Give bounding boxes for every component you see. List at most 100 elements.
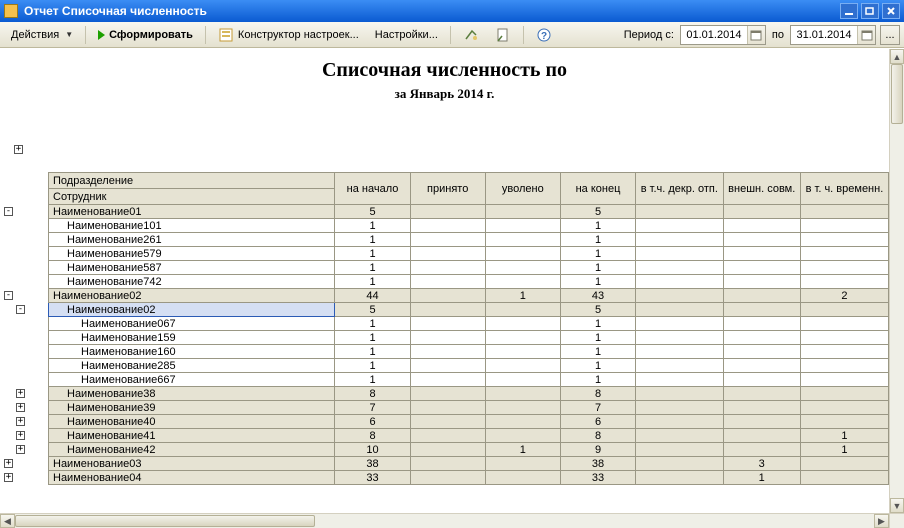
expand-icon[interactable]: +	[4, 473, 13, 482]
cell-hired[interactable]	[410, 429, 485, 443]
cell-extern[interactable]	[723, 303, 800, 317]
cell-start[interactable]: 1	[335, 275, 410, 289]
cell-fired[interactable]	[485, 359, 560, 373]
expand-icon[interactable]: +	[16, 389, 25, 398]
cell-extern[interactable]	[723, 219, 800, 233]
row-name-cell[interactable]: Наименование01	[49, 205, 335, 219]
cell-decree[interactable]	[636, 219, 723, 233]
cell-extern[interactable]	[723, 415, 800, 429]
cell-start[interactable]: 7	[335, 401, 410, 415]
table-row[interactable]: Наименование74211	[49, 275, 889, 289]
cell-temp[interactable]	[800, 387, 888, 401]
row-name-cell[interactable]: Наименование04	[49, 471, 335, 485]
vertical-scrollbar[interactable]: ▲ ▼	[889, 49, 904, 513]
cell-hired[interactable]	[410, 275, 485, 289]
cell-end[interactable]: 1	[560, 247, 635, 261]
cell-end[interactable]: 5	[560, 205, 635, 219]
cell-fired[interactable]	[485, 205, 560, 219]
cell-temp[interactable]	[800, 373, 888, 387]
cell-decree[interactable]	[636, 233, 723, 247]
cell-end[interactable]: 6	[560, 415, 635, 429]
cell-fired[interactable]	[485, 317, 560, 331]
cell-hired[interactable]	[410, 387, 485, 401]
row-name-cell[interactable]: Наименование38	[49, 387, 335, 401]
cell-decree[interactable]	[636, 303, 723, 317]
actions-dropdown[interactable]: Действия▼	[4, 25, 80, 45]
col-extern[interactable]: внешн. совм.	[723, 173, 800, 205]
cell-decree[interactable]	[636, 401, 723, 415]
cell-hired[interactable]	[410, 261, 485, 275]
scroll-down-button[interactable]: ▼	[890, 498, 904, 513]
cell-hired[interactable]	[410, 373, 485, 387]
row-name-cell[interactable]: Наименование587	[49, 261, 335, 275]
row-name-cell[interactable]: Наименование159	[49, 331, 335, 345]
cell-extern[interactable]	[723, 331, 800, 345]
row-name-cell[interactable]: Наименование03	[49, 457, 335, 471]
cell-fired[interactable]	[485, 387, 560, 401]
table-row[interactable]: Наименование0155	[49, 205, 889, 219]
table-row[interactable]: Наименование4210191	[49, 443, 889, 457]
cell-hired[interactable]	[410, 331, 485, 345]
cell-end[interactable]: 1	[560, 261, 635, 275]
cell-end[interactable]: 8	[560, 429, 635, 443]
cell-start[interactable]: 5	[335, 205, 410, 219]
minimize-button[interactable]	[840, 3, 858, 19]
col-end[interactable]: на конец	[560, 173, 635, 205]
cell-start[interactable]: 1	[335, 331, 410, 345]
scroll-right-button[interactable]: ▶	[874, 514, 889, 528]
cell-decree[interactable]	[636, 261, 723, 275]
cell-temp[interactable]	[800, 317, 888, 331]
cell-extern[interactable]	[723, 387, 800, 401]
col-emp[interactable]: Сотрудник	[49, 189, 335, 205]
cell-extern[interactable]	[723, 429, 800, 443]
cell-start[interactable]: 1	[335, 373, 410, 387]
restore-button[interactable]	[861, 3, 879, 19]
cell-fired[interactable]	[485, 303, 560, 317]
table-row[interactable]: Наименование4066	[49, 415, 889, 429]
scroll-h-thumb[interactable]	[15, 515, 315, 527]
cell-start[interactable]: 8	[335, 429, 410, 443]
expand-icon[interactable]: +	[16, 431, 25, 440]
table-row[interactable]: Наименование66711	[49, 373, 889, 387]
cell-extern[interactable]	[723, 373, 800, 387]
cell-hired[interactable]	[410, 415, 485, 429]
cell-extern[interactable]	[723, 275, 800, 289]
cell-fired[interactable]	[485, 219, 560, 233]
cell-decree[interactable]	[636, 345, 723, 359]
row-name-cell[interactable]: Наименование02	[49, 303, 335, 317]
scroll-v-thumb[interactable]	[891, 64, 903, 124]
row-name-cell[interactable]: Наименование742	[49, 275, 335, 289]
close-button[interactable]	[882, 3, 900, 19]
scroll-left-button[interactable]: ◀	[0, 514, 15, 528]
cell-decree[interactable]	[636, 289, 723, 303]
table-row[interactable]: Наименование3888	[49, 387, 889, 401]
date-to-calendar-button[interactable]	[857, 26, 875, 44]
cell-extern[interactable]	[723, 289, 800, 303]
cell-start[interactable]: 5	[335, 303, 410, 317]
scroll-h-track[interactable]	[15, 514, 874, 528]
cell-decree[interactable]	[636, 457, 723, 471]
cell-fired[interactable]: 1	[485, 443, 560, 457]
cell-temp[interactable]	[800, 219, 888, 233]
cell-fired[interactable]: 1	[485, 289, 560, 303]
expand-icon[interactable]: +	[16, 417, 25, 426]
cell-start[interactable]: 8	[335, 387, 410, 401]
table-row[interactable]: Наименование15911	[49, 331, 889, 345]
cell-hired[interactable]	[410, 401, 485, 415]
table-row[interactable]: Наименование10111	[49, 219, 889, 233]
settings-button[interactable]: Настройки...	[368, 25, 445, 45]
row-name-cell[interactable]: Наименование42	[49, 443, 335, 457]
cell-start[interactable]: 38	[335, 457, 410, 471]
scroll-up-button[interactable]: ▲	[890, 49, 904, 64]
cell-hired[interactable]	[410, 457, 485, 471]
row-name-cell[interactable]: Наименование101	[49, 219, 335, 233]
table-row[interactable]: Наименование57911	[49, 247, 889, 261]
table-row[interactable]: Наименование58711	[49, 261, 889, 275]
cell-extern[interactable]	[723, 233, 800, 247]
cell-temp[interactable]	[800, 247, 888, 261]
cell-fired[interactable]	[485, 261, 560, 275]
cell-temp[interactable]: 2	[800, 289, 888, 303]
help-button[interactable]: ?	[529, 25, 559, 45]
cell-extern[interactable]	[723, 401, 800, 415]
cell-end[interactable]: 1	[560, 373, 635, 387]
